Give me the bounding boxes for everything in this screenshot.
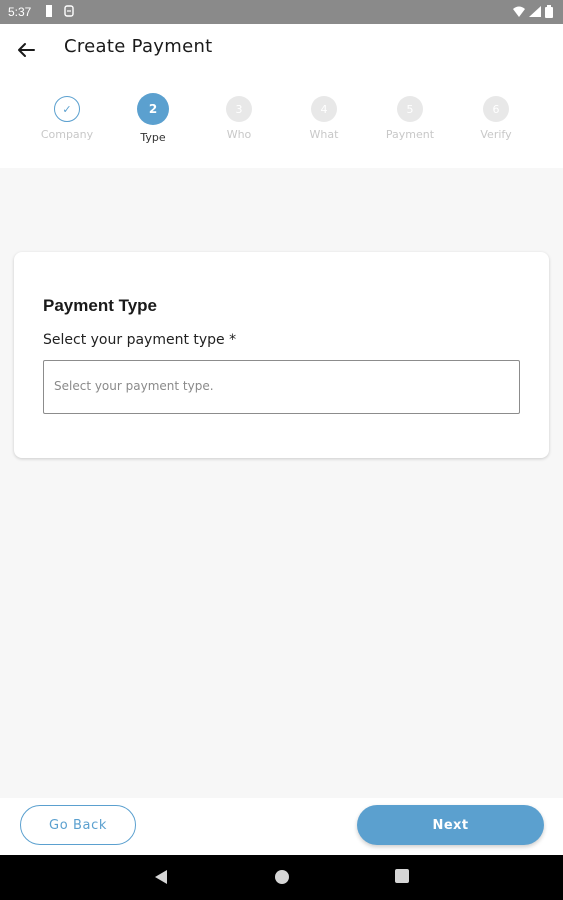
- home-circle-icon[interactable]: [274, 869, 290, 885]
- payment-type-card: Payment Type Select your payment type * …: [14, 252, 549, 458]
- bottom-action-bar: Go Back Next: [0, 798, 563, 855]
- step-company: ✓ Company: [24, 96, 110, 141]
- battery-icon: [545, 5, 553, 18]
- go-back-button[interactable]: Go Back: [20, 805, 136, 845]
- sim-icon: [46, 5, 52, 17]
- step-number: 4: [311, 96, 337, 122]
- step-label: Who: [226, 128, 252, 141]
- payment-type-placeholder: Select your payment type.: [54, 379, 214, 393]
- step-verify: 6 Verify: [453, 96, 539, 141]
- step-label: Company: [40, 128, 94, 141]
- arrow-left-icon: [18, 43, 35, 57]
- payment-type-label: Select your payment type *: [43, 332, 237, 348]
- back-triangle-icon[interactable]: [154, 869, 168, 885]
- step-payment: 5 Payment: [367, 96, 453, 141]
- step-what: 4 What: [281, 96, 367, 141]
- step-number: 6: [483, 96, 509, 122]
- step-type: 2 Type: [110, 93, 196, 144]
- step-check-icon: ✓: [54, 96, 80, 122]
- app-bar: Create Payment: [0, 24, 563, 76]
- step-label: Type: [140, 131, 166, 144]
- step-number: 3: [226, 96, 252, 122]
- stepper: ✓ Company 2 Type 3 Who 4 What 5 Payment …: [0, 76, 563, 168]
- step-label: Payment: [385, 128, 435, 141]
- step-number: 5: [397, 96, 423, 122]
- next-button[interactable]: Next: [357, 805, 544, 845]
- signal-icon: [529, 6, 541, 17]
- payment-type-select[interactable]: Select your payment type.: [43, 360, 520, 414]
- step-label: Verify: [480, 128, 512, 141]
- card-title: Payment Type: [43, 296, 158, 315]
- system-nav-bar: [0, 855, 563, 900]
- storage-icon: [64, 5, 74, 17]
- page-title: Create Payment: [64, 36, 213, 57]
- wifi-icon: [513, 6, 525, 17]
- step-label: What: [309, 128, 339, 141]
- back-button[interactable]: [14, 38, 38, 62]
- status-bar: 5:37: [0, 0, 563, 24]
- recents-square-icon[interactable]: [395, 869, 409, 883]
- step-who: 3 Who: [196, 96, 282, 141]
- step-number: 2: [137, 93, 169, 125]
- status-time: 5:37: [8, 5, 32, 19]
